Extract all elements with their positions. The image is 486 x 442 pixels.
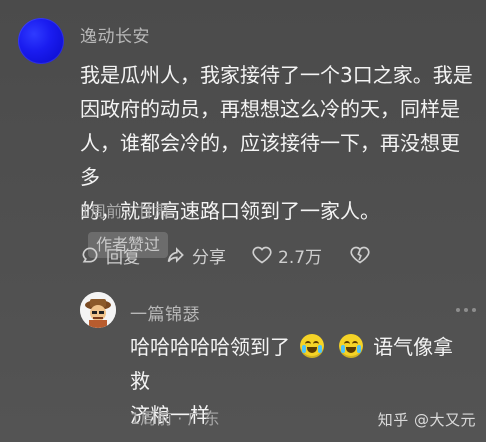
reply-comment-meta: 1周前 · 广东 [130,409,220,428]
crying-laughing-emoji-icon [300,334,325,358]
avatar-reply-user[interactable] [80,292,116,328]
reply-username[interactable]: 一篇锦瑟 [130,300,200,325]
heart-icon [252,246,272,264]
reply-text-part-1: 哈哈哈哈哈领到了 [130,335,290,359]
main-comment-text: 我是瓜州人，我家接待了一个3口之家。我是 因政府的动员，再想想这么冷的天，同样是… [80,58,474,262]
comment-screen: 逸动长安 我是瓜州人，我家接待了一个3口之家。我是 因政府的动员，再想想这么冷的… [0,0,486,442]
main-comment-meta: 1周前 · 甘肃 [80,202,170,221]
dislike-button[interactable] [350,245,370,265]
share-button[interactable]: 分享 [166,243,226,268]
comment-actions: 回复 分享 2.7万 [80,240,460,270]
zhihu-watermark: 知乎 @大又元 [377,411,476,429]
more-dots-icon[interactable] [456,308,476,312]
like-button[interactable]: 2.7万 [252,243,322,268]
crying-laughing-emoji-icon-2 [338,334,363,358]
avatar-main-user[interactable] [18,18,64,64]
share-label: 分享 [192,247,226,268]
reply-label: 回复 [106,247,140,268]
comment-bubble-icon [82,247,98,263]
like-count: 2.7万 [278,247,323,268]
broken-heart-icon [350,246,370,264]
main-comment-line-3: 人，谁都会冷的，应该接待一下，再没想更多 [80,131,460,189]
main-comment-line-1: 我是瓜州人，我家接待了一个3口之家。我是 [80,63,473,87]
share-arrow-icon [167,247,184,263]
main-username[interactable]: 逸动长安 [80,22,150,47]
cowboy-avatar-icon [80,292,116,328]
main-comment-line-2: 因政府的动员，再想想这么冷的天，同样是 [80,97,460,121]
reply-button[interactable]: 回复 [80,243,140,268]
